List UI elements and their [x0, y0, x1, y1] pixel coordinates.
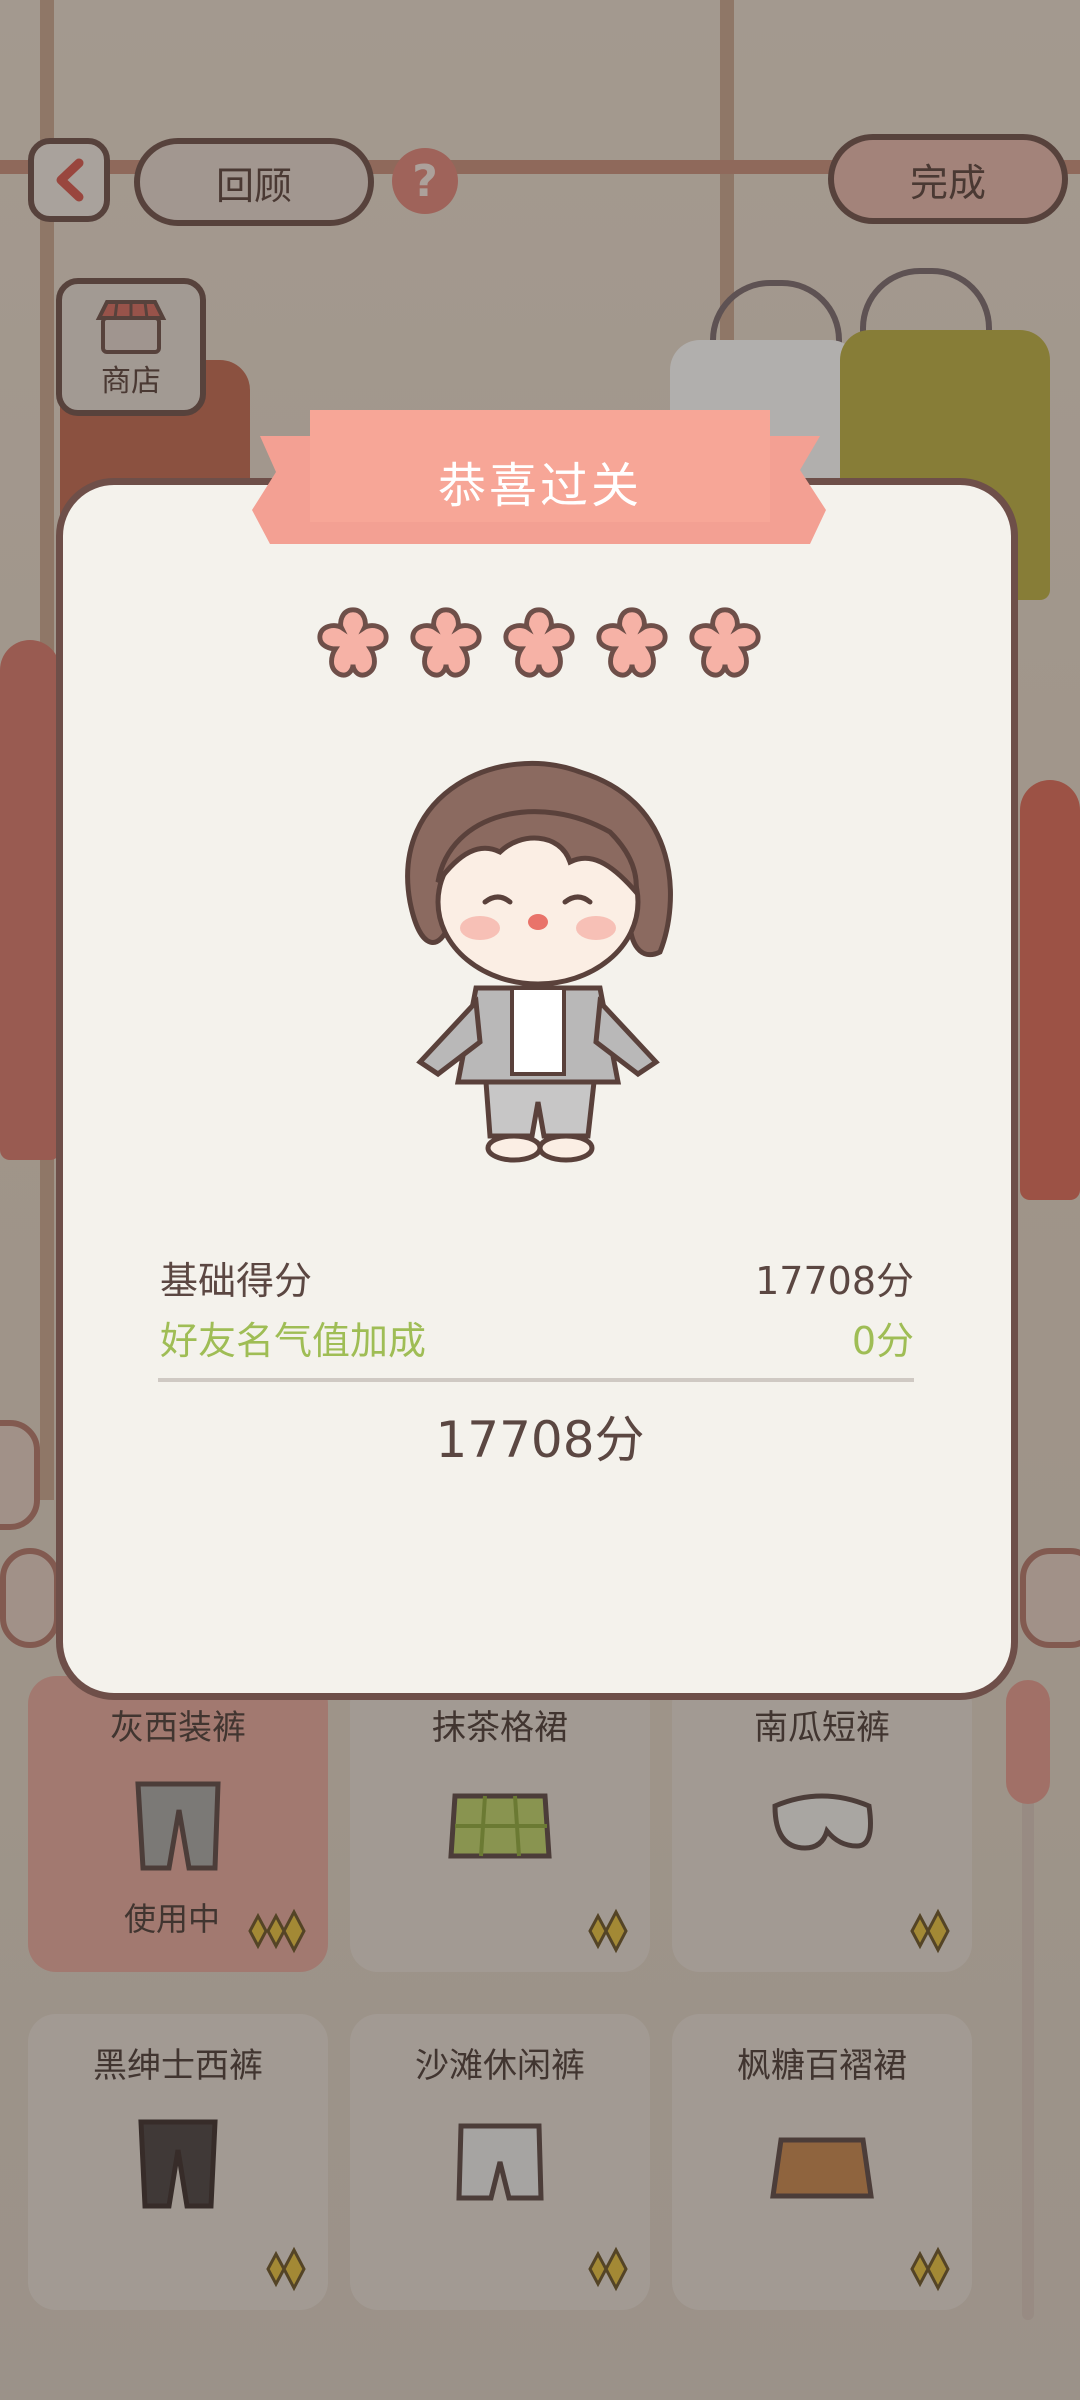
base-score-label: 基础得分: [160, 1259, 313, 1303]
friend-bonus-label: 好友名气值加成: [160, 1319, 427, 1363]
flower-star-icon: [689, 607, 761, 678]
friend-bonus-value: 0分: [851, 1319, 914, 1363]
total-score: 17708分: [435, 1411, 645, 1469]
flower-star-icon: [503, 607, 575, 678]
dialog-title: 恭喜过关: [437, 458, 642, 514]
title-ribbon: 恭喜过关: [240, 410, 840, 550]
base-score-value: 17708分: [755, 1259, 914, 1303]
flower-star-icon: [317, 607, 389, 678]
character-avatar: [405, 761, 673, 1163]
friend-bonus-row: 好友名气值加成 0分: [160, 1310, 914, 1365]
flower-star-icon: [410, 607, 482, 678]
score-divider: [158, 1378, 914, 1382]
flower-star-icon: [596, 607, 668, 678]
star-rating: [314, 604, 764, 684]
base-score-row: 基础得分 17708分: [160, 1250, 914, 1305]
